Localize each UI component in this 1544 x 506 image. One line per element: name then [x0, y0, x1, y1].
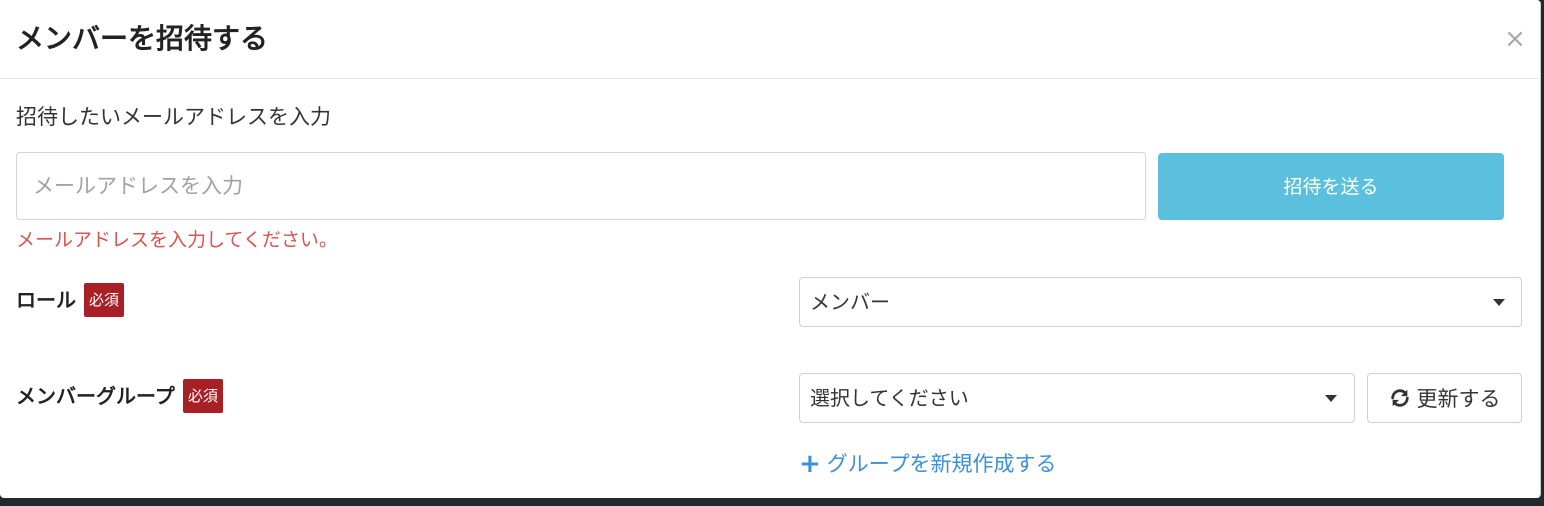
send-invite-button[interactable]: 招待を送る — [1158, 153, 1504, 220]
member-group-label: メンバーグループ — [16, 384, 175, 408]
email-field[interactable] — [16, 152, 1146, 220]
member-group-selected-value: 選択してください — [810, 386, 969, 410]
required-badge: 必須 — [182, 379, 223, 413]
role-label-group: ロール 必須 — [16, 283, 125, 317]
chevron-down-icon — [1325, 395, 1337, 402]
member-group-select[interactable]: 選択してください — [799, 373, 1355, 423]
role-selected-value: メンバー — [810, 290, 890, 314]
plus-icon: + — [799, 449, 821, 479]
email-error-message: メールアドレスを入力してください。 — [16, 229, 338, 251]
close-icon[interactable]: × — [1502, 24, 1528, 54]
refresh-groups-button[interactable]: 更新する — [1367, 373, 1522, 423]
chevron-down-icon — [1493, 299, 1505, 306]
role-select[interactable]: メンバー — [799, 277, 1522, 327]
create-group-link[interactable]: + グループを新規作成する — [799, 448, 1057, 480]
email-label: 招待したいメールアドレスを入力 — [16, 105, 331, 129]
member-group-label-group: メンバーグループ 必須 — [16, 379, 223, 413]
modal-title: メンバーを招待する — [16, 22, 269, 55]
invite-member-modal: メンバーを招待する × 招待したいメールアドレスを入力 招待を送る メールアドレ… — [0, 0, 1541, 498]
required-badge: 必須 — [84, 283, 125, 317]
modal-header: メンバーを招待する × — [0, 0, 1541, 79]
refresh-icon — [1390, 389, 1409, 407]
create-group-label: グループを新規作成する — [826, 452, 1057, 476]
refresh-button-label: 更新する — [1416, 387, 1501, 411]
role-label: ロール — [16, 288, 76, 312]
